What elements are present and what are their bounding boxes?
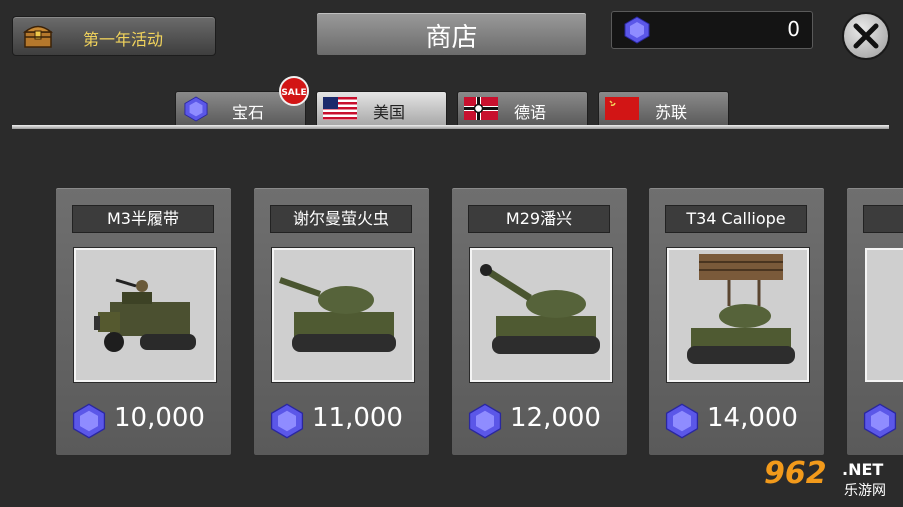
close-button[interactable] [842, 12, 890, 60]
tab-label: 苏联 [655, 103, 688, 122]
shop-item-card[interactable]: M29潘兴 12,000 [451, 187, 628, 456]
item-price: 10,000 [114, 403, 205, 433]
tab-germany[interactable]: 德语 [457, 91, 588, 126]
gem-icon [665, 403, 699, 439]
sale-badge: SALE [279, 76, 309, 106]
item-price: 14,000 [707, 403, 798, 433]
tank-image [469, 247, 613, 383]
item-name: T34 Calliope [665, 205, 807, 233]
tab-divider [12, 125, 889, 129]
watermark-logo: 962 [764, 456, 827, 491]
gem-icon [72, 403, 106, 439]
item-price: 11,000 [312, 403, 403, 433]
soviet-flag-icon [605, 97, 639, 120]
treasure-chest-icon [23, 25, 53, 48]
item-name-bar [863, 205, 903, 233]
shop-item-card-partial[interactable] [846, 187, 903, 456]
item-price: 12,000 [510, 403, 601, 433]
event-button-label: 第一年活动 [83, 30, 164, 49]
gem-icon [468, 403, 502, 439]
gem-icon [624, 16, 650, 44]
gem-icon [863, 403, 897, 439]
tab-label: 宝石 [232, 103, 265, 122]
shop-title-panel: 商店 [316, 12, 587, 56]
shop-item-card[interactable]: M3半履带 10,000 [55, 187, 232, 456]
gem-balance: 0 [611, 11, 813, 49]
item-image [865, 248, 903, 382]
tab-label: 美国 [373, 103, 406, 122]
gem-icon [184, 96, 208, 122]
watermark-sub: 乐游网 [844, 483, 886, 499]
event-button[interactable]: 第一年活动 [12, 16, 216, 56]
shop-item-card[interactable]: T34 Calliope 14,000 [648, 187, 825, 456]
tab-soviet[interactable]: 苏联 [598, 91, 729, 126]
rocket-tank-image [666, 247, 810, 383]
close-icon [853, 23, 879, 49]
tab-usa[interactable]: 美国 [316, 91, 447, 126]
gem-icon [270, 403, 304, 439]
shop-screen: 第一年活动 商店 0 宝石 SALE 美国 德语 苏联 M3半履带 10,000… [0, 0, 903, 507]
watermark-net: .NET [842, 460, 884, 479]
page-title: 商店 [425, 23, 478, 53]
site-watermark: 962 .NET 乐游网 [764, 456, 898, 502]
item-name: M3半履带 [72, 205, 214, 233]
gem-balance-value: 0 [787, 17, 800, 41]
german-flag-icon [464, 97, 498, 120]
halftrack-image [73, 247, 217, 383]
item-name: 谢尔曼萤火虫 [270, 205, 412, 233]
shop-item-card[interactable]: 谢尔曼萤火虫 11,000 [253, 187, 430, 456]
item-name: M29潘兴 [468, 205, 610, 233]
tab-label: 德语 [514, 103, 547, 122]
us-flag-icon [323, 97, 357, 120]
tank-image [271, 247, 415, 383]
